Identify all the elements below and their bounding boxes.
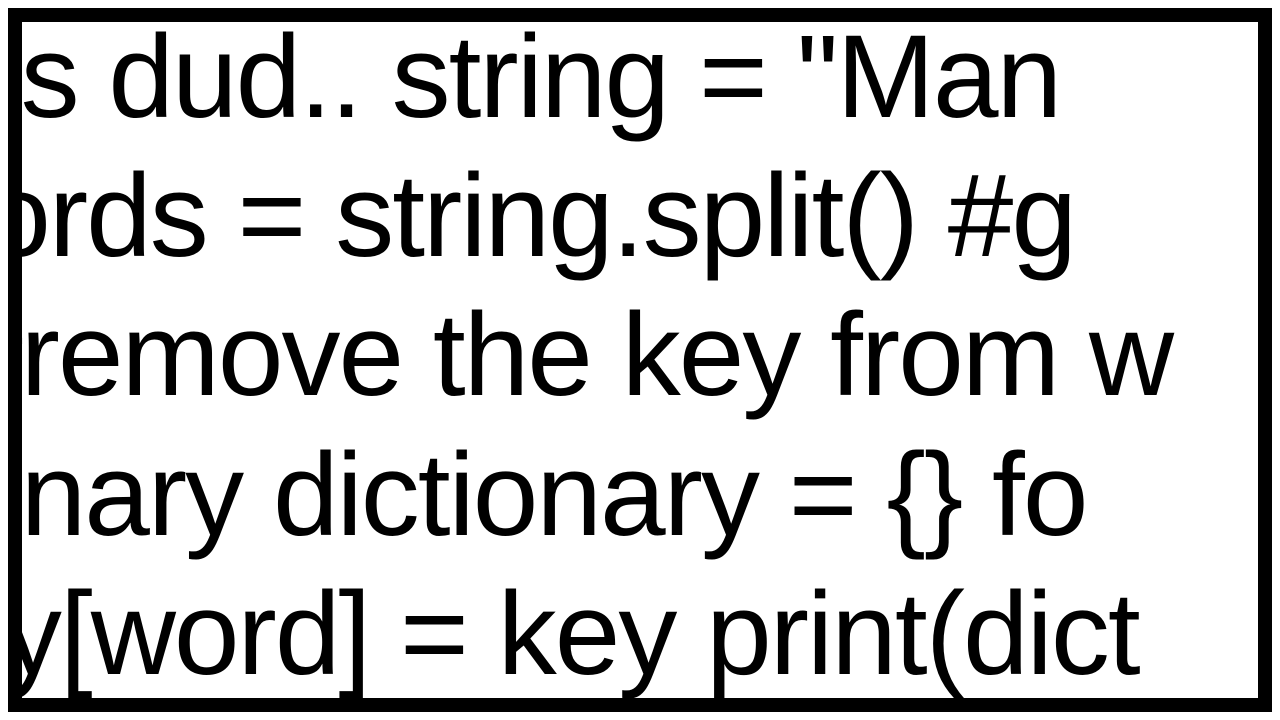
code-line-3: l #remove the key from w — [8, 286, 1272, 425]
code-line-2: words = string.split() #g — [8, 147, 1272, 286]
code-line-1: this dud.. string = "Man — [8, 8, 1272, 147]
code-line-4: tionary dictionary = {} fo — [8, 426, 1272, 565]
code-snippet-frame: this dud.. string = "Man words = string.… — [8, 8, 1272, 712]
code-text-block: this dud.. string = "Man words = string.… — [8, 8, 1272, 704]
code-line-5: ary[word] = key print(dict — [8, 565, 1272, 704]
